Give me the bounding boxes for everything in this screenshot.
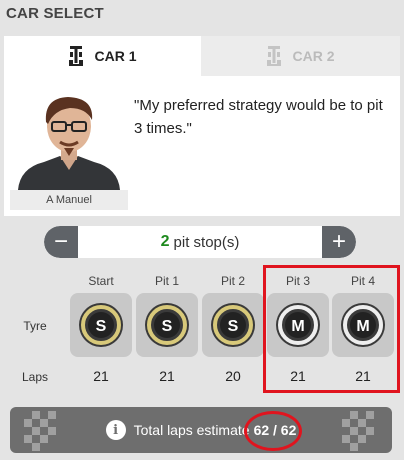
laps-row-label: Laps [21, 370, 49, 384]
driver-avatar: A Manuel [10, 90, 128, 210]
decrease-pit-stops-button[interactable]: − [44, 226, 78, 258]
tyre-select-pit-1[interactable]: S [136, 293, 198, 357]
driver-name: A Manuel [10, 190, 128, 210]
car-icon [267, 46, 282, 66]
soft-tyre-icon: S [211, 303, 255, 347]
tab-car-2[interactable]: CAR 2 [201, 36, 400, 76]
pit-stop-count: 2 [160, 233, 170, 250]
pit-stop-stepper: − 2 pit stop(s) + [44, 226, 356, 258]
column-header-start: Start [88, 274, 114, 288]
driver-quote: "My preferred strategy would be to pit 3… [134, 97, 383, 137]
laps-value-pit-1: 21 [159, 368, 175, 384]
laps-value-pit-2: 20 [225, 368, 241, 384]
tab-car-1[interactable]: CAR 1 [4, 36, 201, 76]
soft-tyre-icon: S [145, 303, 189, 347]
pit-stop-count-display: 2 pit stop(s) [78, 226, 322, 258]
tyre-compound-label: S [96, 318, 107, 335]
total-laps-label: Total laps estimate [133, 422, 250, 438]
soft-tyre-icon: S [79, 303, 123, 347]
pit-3-4-highlight [263, 265, 400, 393]
tab-label: CAR 1 [94, 48, 137, 64]
page-title: CAR SELECT [6, 5, 104, 22]
car-icon [69, 46, 84, 66]
tyre-row-label: Tyre [23, 319, 47, 333]
avatar [18, 97, 120, 190]
laps-value-start: 21 [93, 368, 109, 384]
total-laps-content: i Total laps estimate 62 / 62 [10, 407, 392, 453]
tyre-select-pit-2[interactable]: S [202, 293, 264, 357]
tyre-select-start[interactable]: S [70, 293, 132, 357]
total-value-highlight [244, 411, 302, 451]
increase-pit-stops-button[interactable]: + [322, 226, 356, 258]
tyre-compound-label: S [162, 318, 173, 335]
car-tabs: CAR 1 CAR 2 [4, 36, 400, 76]
tab-label: CAR 2 [292, 48, 335, 64]
pit-stop-label: pit stop(s) [173, 233, 240, 251]
column-header-pit-2: Pit 2 [220, 274, 245, 288]
total-laps-bar: i Total laps estimate 62 / 62 [10, 407, 392, 453]
tyre-compound-label: S [228, 318, 239, 335]
car-panel: CAR 1 CAR 2 A Manuel "My preferred strat… [4, 36, 400, 216]
info-icon[interactable]: i [105, 420, 126, 440]
column-header-pit-1: Pit 1 [154, 274, 179, 288]
